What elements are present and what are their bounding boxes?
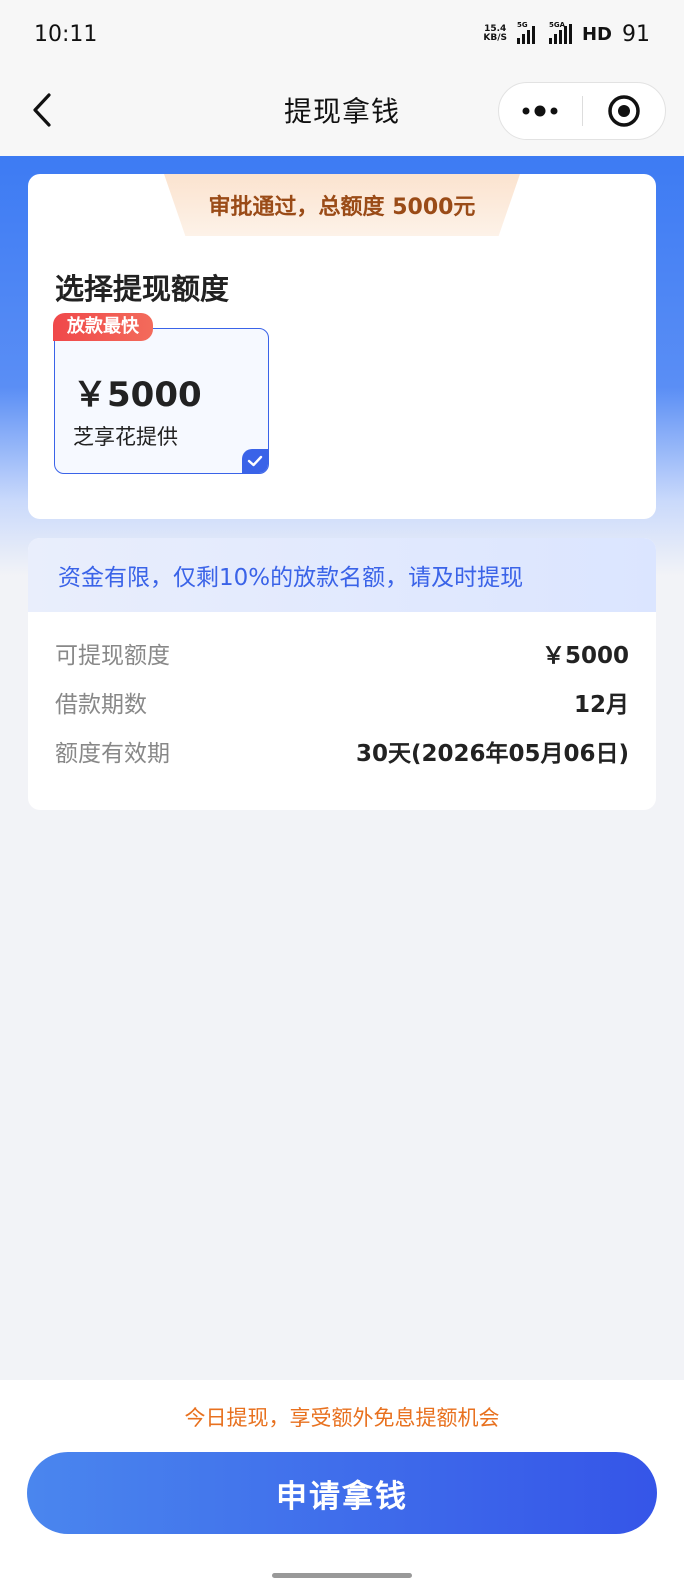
nav-bar: 提现拿钱	[0, 68, 684, 156]
more-dots-icon	[522, 105, 558, 117]
sim2-label: 5GA	[548, 21, 566, 29]
info-value: 30天(2026年05月06日)	[355, 741, 629, 767]
status-bar: 10:11 15.4 KB/S 5G 5GA HD 91	[0, 0, 684, 68]
option-provider: 芝享花提供	[73, 425, 178, 449]
mini-program-capsule	[498, 82, 666, 140]
quota-card: 审批通过，总额度 5000元 选择提现额度 ￥5000 芝享花提供 放款最快	[28, 174, 656, 519]
status-time: 10:11	[34, 21, 98, 47]
option-amount: ￥5000	[73, 375, 202, 415]
loan-info-card: 资金有限，仅剩10%的放款名额，请及时提现 可提现额度 ￥5000 借款期数 1…	[28, 538, 656, 810]
more-button[interactable]	[499, 82, 582, 140]
hd-indicator: HD	[581, 23, 612, 45]
bottom-action-bar: 今日提现，享受额外免息提额机会 申请拿钱	[0, 1380, 684, 1596]
apply-button[interactable]: 申请拿钱	[27, 1452, 657, 1534]
signal-sim1-icon: 5G	[516, 21, 535, 44]
info-label: 可提现额度	[55, 643, 170, 669]
promo-text: 今日提现，享受额外免息提额机会	[184, 1406, 500, 1430]
target-circle-icon	[608, 95, 640, 127]
info-row-available: 可提现额度 ￥5000	[55, 633, 629, 673]
select-quota-title: 选择提现额度	[55, 272, 230, 306]
info-value: 12月	[573, 692, 629, 718]
selected-check-icon	[242, 449, 268, 473]
info-label: 额度有效期	[55, 741, 170, 767]
info-value: ￥5000	[541, 643, 629, 669]
close-button[interactable]	[583, 82, 666, 140]
network-speed-unit: KB/S	[483, 33, 507, 43]
signal-sim2-icon: 5GA	[548, 21, 572, 44]
info-label: 借款期数	[55, 692, 147, 718]
info-row-term: 借款期数 12月	[55, 682, 629, 722]
home-indicator[interactable]	[272, 1573, 412, 1578]
amount-option[interactable]: ￥5000 芝享花提供	[54, 328, 269, 474]
funds-notice: 资金有限，仅剩10%的放款名额，请及时提现	[28, 538, 656, 612]
approval-banner: 审批通过，总额度 5000元	[164, 174, 520, 236]
fastest-payout-badge: 放款最快	[53, 313, 153, 341]
status-icons: 15.4 KB/S 5G 5GA HD 91	[483, 21, 650, 47]
battery-level: 91	[622, 21, 650, 47]
network-speed: 15.4 KB/S	[483, 25, 507, 43]
sim1-label: 5G	[516, 21, 528, 29]
info-row-validity: 额度有效期 30天(2026年05月06日)	[55, 731, 629, 771]
